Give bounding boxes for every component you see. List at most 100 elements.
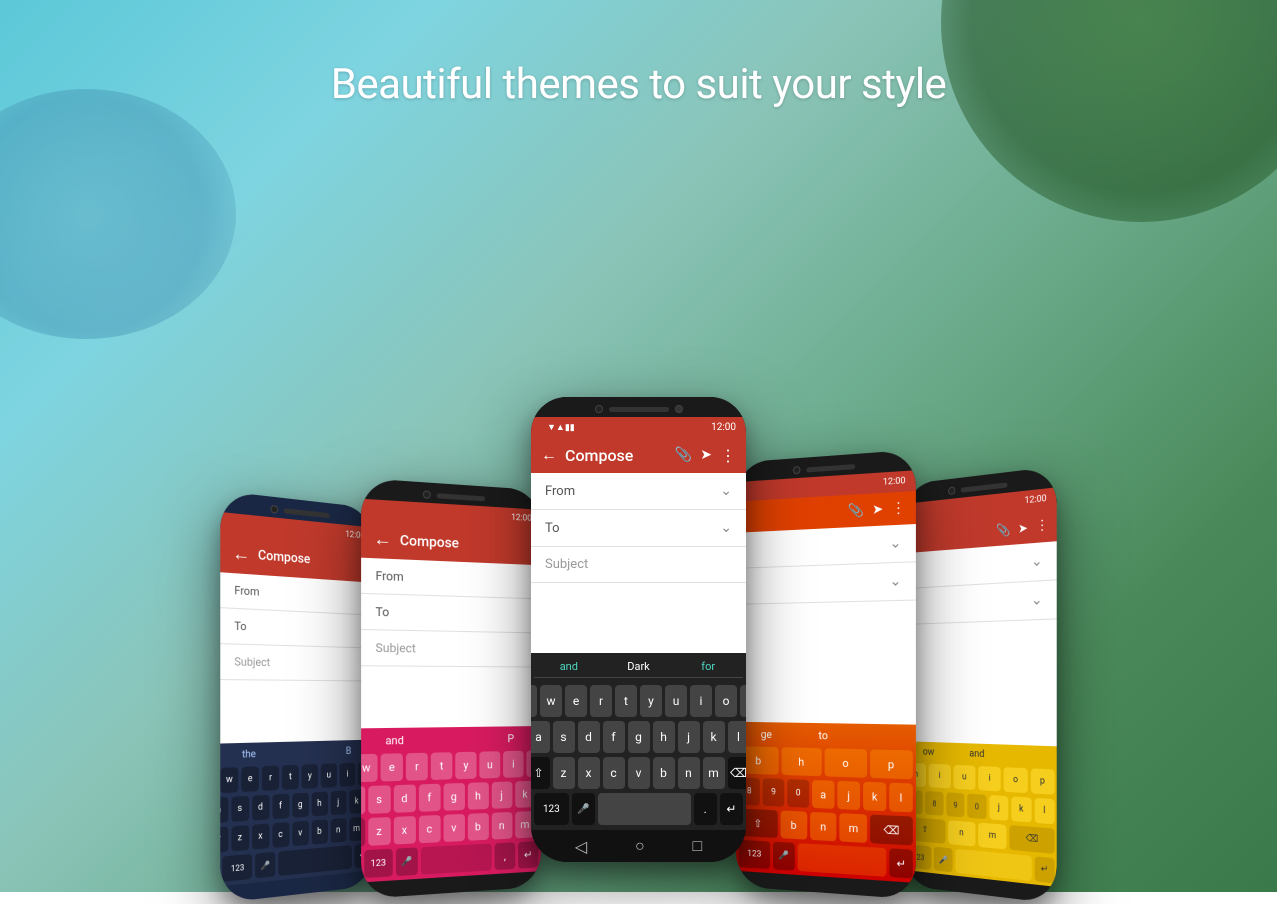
- nav-recent-3[interactable]: □: [692, 836, 702, 856]
- key-z-2[interactable]: z: [368, 817, 390, 846]
- key-shift-1[interactable]: ⇧: [220, 826, 228, 853]
- key-x-2[interactable]: x: [393, 816, 415, 845]
- key-i-2[interactable]: i: [503, 751, 524, 778]
- to-field-2[interactable]: To: [361, 594, 541, 634]
- key-period-3[interactable]: .: [694, 793, 717, 825]
- key-space-4[interactable]: [797, 843, 886, 877]
- compose-body-1[interactable]: [220, 680, 373, 743]
- key-y-3[interactable]: y: [640, 685, 662, 717]
- key-l-4[interactable]: l: [889, 783, 913, 813]
- key-v-1[interactable]: v: [292, 821, 309, 847]
- key-y-2[interactable]: y: [455, 752, 476, 780]
- key-v-3[interactable]: v: [628, 757, 650, 789]
- send-icon-5[interactable]: ➤: [1018, 520, 1028, 535]
- key-b-3[interactable]: b: [653, 757, 675, 789]
- key-c-3[interactable]: c: [603, 757, 625, 789]
- attach-icon-3[interactable]: 📎: [675, 447, 692, 463]
- key-q-3[interactable]: q: [531, 685, 537, 717]
- key-t-3[interactable]: t: [615, 685, 637, 717]
- key-num9-5[interactable]: 9: [946, 792, 964, 817]
- key-del-5[interactable]: ⌫: [1010, 825, 1055, 854]
- key-s-1[interactable]: s: [231, 796, 249, 822]
- subject-field-2[interactable]: Subject: [361, 630, 541, 667]
- key-g-2[interactable]: g: [443, 783, 464, 811]
- key-v-2[interactable]: v: [443, 814, 464, 842]
- key-i-1[interactable]: i: [340, 763, 356, 787]
- key-c-1[interactable]: c: [272, 822, 289, 848]
- back-icon-2[interactable]: ←: [373, 528, 391, 550]
- key-t-2[interactable]: t: [431, 752, 453, 780]
- key-w-2[interactable]: w: [361, 754, 377, 782]
- key-del-4[interactable]: ⌫: [870, 815, 912, 846]
- back-icon-1[interactable]: ←: [232, 543, 250, 566]
- key-shift-2[interactable]: ⇧: [361, 818, 365, 847]
- key-s-3[interactable]: s: [553, 721, 575, 753]
- nav-home-3[interactable]: ○: [635, 836, 645, 856]
- key-n-2[interactable]: n: [491, 812, 512, 840]
- key-r-2[interactable]: r: [406, 753, 428, 781]
- key-i2-5[interactable]: i: [978, 766, 1001, 792]
- key-a-3[interactable]: a: [531, 721, 550, 753]
- key-comma-2[interactable]: ,: [495, 842, 516, 870]
- key-m-4[interactable]: m: [840, 813, 868, 843]
- key-j-1[interactable]: j: [330, 790, 346, 815]
- key-p-5[interactable]: p: [1030, 768, 1054, 794]
- key-a-4[interactable]: a: [812, 780, 834, 809]
- key-123-2[interactable]: 123: [364, 849, 392, 878]
- attach-icon-4[interactable]: 📎: [848, 503, 864, 519]
- to-field-5[interactable]: ⌄: [904, 580, 1057, 625]
- more-icon-5[interactable]: ⋮: [1036, 518, 1049, 535]
- key-e-2[interactable]: e: [381, 753, 403, 781]
- key-swift-1[interactable]: 🎤: [255, 852, 275, 879]
- back-icon-3[interactable]: ←: [541, 445, 557, 465]
- key-h-1[interactable]: h: [311, 792, 327, 817]
- key-mic-5[interactable]: 🎤: [934, 847, 952, 873]
- key-l-5[interactable]: l: [1034, 798, 1054, 825]
- subject-field-1[interactable]: Subject: [220, 644, 373, 681]
- key-u-5[interactable]: u: [953, 765, 975, 790]
- key-m-3[interactable]: m: [703, 757, 725, 789]
- key-j-2[interactable]: j: [491, 781, 512, 808]
- compose-body-5[interactable]: [904, 619, 1057, 746]
- key-u-2[interactable]: u: [479, 751, 500, 778]
- key-enter-3[interactable]: ↵: [720, 793, 743, 825]
- key-enter-4[interactable]: ↵: [890, 848, 913, 878]
- key-r-1[interactable]: r: [262, 766, 279, 791]
- more-icon-3[interactable]: ⋮: [720, 446, 736, 465]
- key-z-1[interactable]: z: [231, 825, 249, 852]
- key-space-1[interactable]: [278, 845, 352, 876]
- key-e-3[interactable]: e: [565, 685, 587, 717]
- attach-icon-5[interactable]: 📎: [996, 522, 1010, 538]
- key-r-3[interactable]: r: [590, 685, 612, 717]
- key-space-2[interactable]: [420, 844, 491, 875]
- key-a-2[interactable]: a: [361, 786, 365, 815]
- key-swift-3[interactable]: 🎤: [572, 793, 595, 825]
- key-num0-5[interactable]: 0: [967, 794, 986, 820]
- send-icon-3[interactable]: ➤: [700, 447, 712, 463]
- from-field-3[interactable]: From ⌄: [531, 473, 746, 510]
- key-g-1[interactable]: g: [292, 793, 309, 818]
- to-field-3[interactable]: To ⌄: [531, 510, 746, 547]
- to-field-4[interactable]: ⌄: [736, 562, 916, 605]
- key-e-1[interactable]: e: [241, 766, 259, 792]
- from-field-2[interactable]: From: [361, 558, 541, 600]
- key-h-4[interactable]: h: [781, 747, 822, 776]
- key-u-3[interactable]: u: [665, 685, 687, 717]
- key-123-3[interactable]: 123: [534, 793, 569, 825]
- key-w-3[interactable]: w: [540, 685, 562, 717]
- compose-body-3[interactable]: [531, 583, 746, 653]
- key-f-2[interactable]: f: [418, 784, 440, 812]
- from-field-4[interactable]: ⌄: [736, 524, 916, 569]
- key-f-3[interactable]: f: [603, 721, 625, 753]
- key-num8-5[interactable]: 8: [926, 791, 944, 816]
- key-c-2[interactable]: c: [418, 815, 440, 843]
- key-space-3[interactable]: [598, 793, 691, 825]
- key-n-1[interactable]: n: [330, 818, 346, 843]
- key-s-2[interactable]: s: [368, 785, 390, 814]
- more-icon-4[interactable]: ⋮: [891, 500, 905, 517]
- key-shift-3[interactable]: ⇧: [531, 757, 550, 789]
- key-b-1[interactable]: b: [311, 819, 327, 844]
- key-del-3[interactable]: ⌫: [728, 757, 747, 789]
- key-f-1[interactable]: f: [272, 794, 289, 820]
- key-d-2[interactable]: d: [393, 785, 415, 813]
